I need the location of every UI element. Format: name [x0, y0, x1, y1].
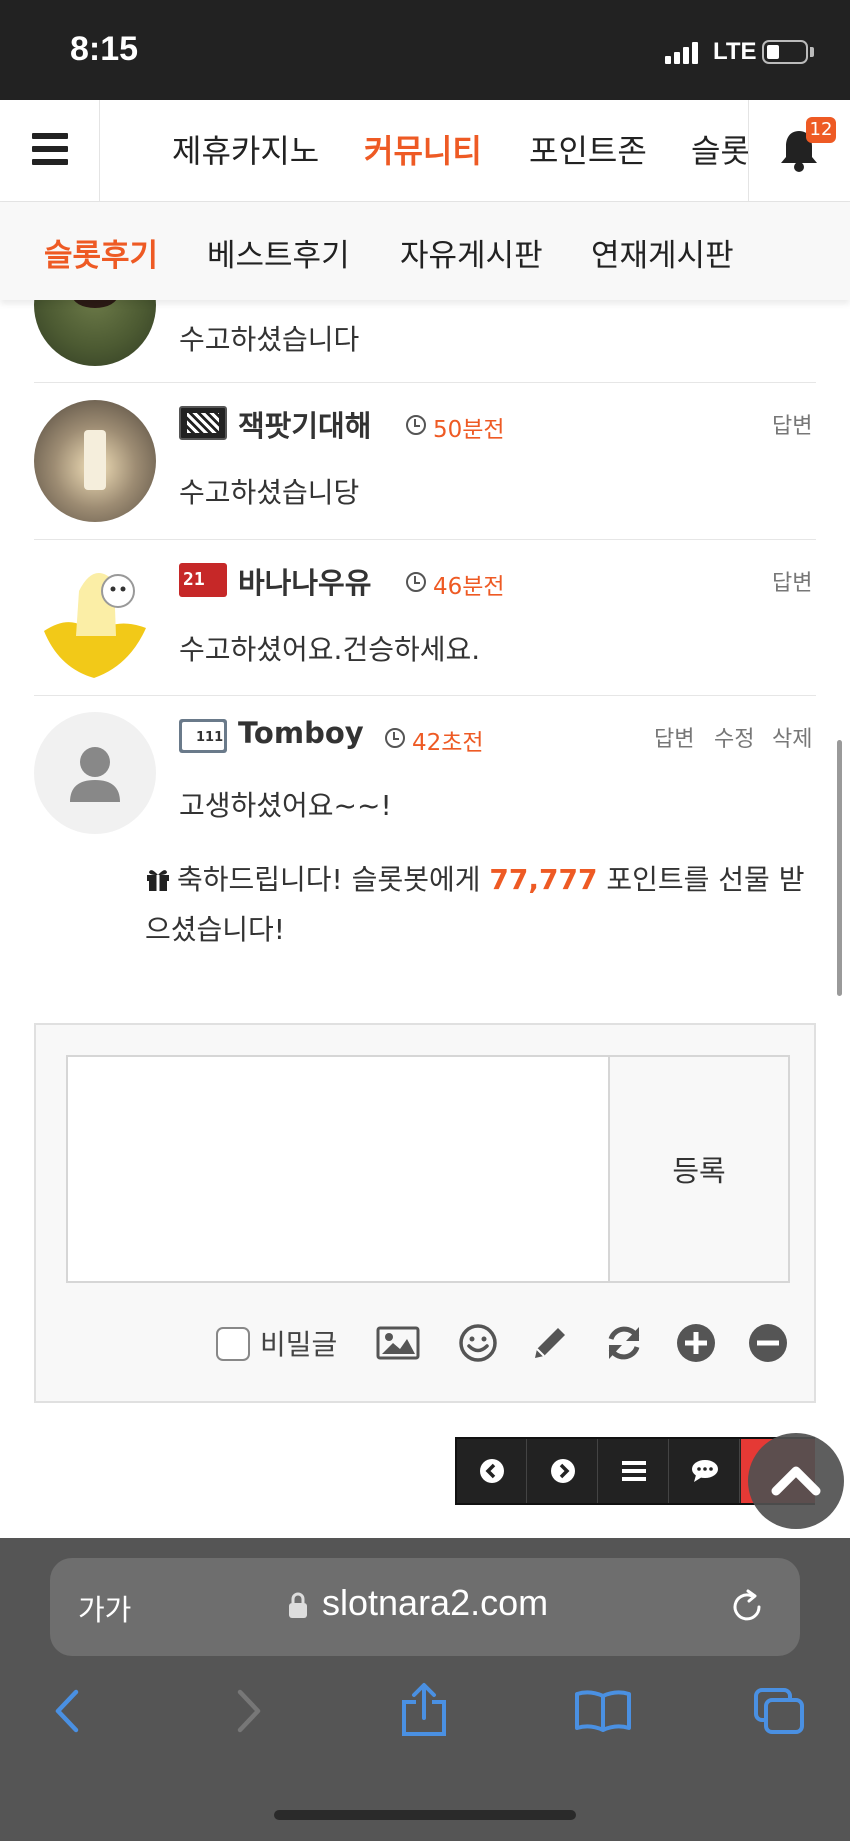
url-text: slotnara2.com: [322, 1582, 549, 1623]
browser-toolbar: 가가 slotnara2.com: [0, 1538, 850, 1841]
forward-icon[interactable]: [232, 1688, 266, 1734]
delete-button[interactable]: 삭제: [772, 721, 812, 753]
prev-icon: [480, 1459, 504, 1483]
status-bar: 8:15 LTE: [0, 0, 850, 100]
level-icon: 111: [179, 719, 227, 753]
sub-nav: 슬롯후기 베스트후기 자유게시판 연재게시판: [0, 202, 850, 300]
comment-author[interactable]: 바나나우유: [238, 560, 371, 602]
notification-button[interactable]: [748, 100, 850, 201]
gift-points: 77,777: [489, 863, 598, 896]
comment-text: 수고하셨습니당: [179, 476, 360, 509]
zoom-in-icon[interactable]: [674, 1321, 718, 1365]
sub-nav-serial-board[interactable]: 연재게시판: [591, 230, 734, 275]
comment-text: 수고하셨습니다: [179, 323, 360, 356]
avatar: [34, 712, 156, 834]
signal-icon: [665, 40, 705, 64]
comment-time: 50분전: [433, 417, 505, 443]
emoji-icon[interactable]: [456, 1321, 500, 1365]
clock-icon: [406, 572, 426, 592]
comment-item: 21 바나나우유 46분전 답변 수고하셨어요.건승하세요.: [34, 540, 816, 696]
battery-cap: [810, 47, 814, 57]
reply-button[interactable]: 답변: [772, 565, 812, 597]
back-icon[interactable]: [50, 1688, 84, 1734]
top-nav-scroller[interactable]: 제휴카지노 커뮤니티 포인트존 슬롯: [104, 100, 748, 201]
share-icon[interactable]: [400, 1682, 448, 1738]
status-time: 8:15: [70, 30, 139, 68]
text-size-button[interactable]: 가가: [78, 1587, 131, 1629]
chevron-up-icon: [771, 1466, 821, 1496]
refresh-icon[interactable]: [602, 1321, 646, 1365]
avatar: [34, 556, 156, 678]
bookmarks-icon[interactable]: [574, 1688, 632, 1734]
comment-text: 고생하셨어요~~!: [179, 789, 392, 822]
image-icon[interactable]: [376, 1321, 420, 1365]
banana-icon: [44, 573, 146, 678]
home-indicator: [274, 1810, 576, 1820]
reload-icon[interactable]: [728, 1588, 766, 1626]
next-icon: [551, 1459, 575, 1483]
reply-button[interactable]: 답변: [772, 408, 812, 440]
prev-button[interactable]: [457, 1439, 527, 1503]
comment-form: 등록 비밀글: [34, 1023, 816, 1403]
list-icon: [622, 1461, 646, 1481]
secret-checkbox[interactable]: [216, 1327, 250, 1361]
nav-item-partner-casino[interactable]: 제휴카지노: [172, 126, 319, 172]
edit-button[interactable]: 수정: [714, 721, 754, 753]
level-icon: 21: [179, 563, 227, 597]
comment-time: 46분전: [433, 574, 505, 600]
submit-button[interactable]: 등록: [608, 1055, 790, 1283]
battery-icon: [762, 40, 808, 64]
nav-item-point-zone[interactable]: 포인트존: [529, 126, 647, 172]
gift-text-before: 축하드립니다! 슬롯봇에게: [177, 863, 490, 896]
default-user-icon: [70, 747, 120, 802]
level-icon: [179, 406, 227, 440]
clock-icon: [406, 415, 426, 435]
comment-icon: [692, 1460, 718, 1482]
nav-item-slot[interactable]: 슬롯: [691, 126, 748, 172]
next-button[interactable]: [528, 1439, 598, 1503]
tabs-icon[interactable]: [752, 1686, 806, 1736]
nav-item-community[interactable]: 커뮤니티: [364, 126, 482, 172]
clock-icon: [385, 728, 405, 748]
lock-icon: [289, 1592, 307, 1618]
list-button[interactable]: [599, 1439, 669, 1503]
sub-nav-free-board[interactable]: 자유게시판: [400, 230, 543, 275]
comment-text: 수고하셨어요.건승하세요.: [179, 633, 481, 666]
address-bar[interactable]: 가가 slotnara2.com: [50, 1558, 800, 1656]
page-scrollbar[interactable]: [837, 740, 842, 996]
notification-badge: 12: [806, 117, 836, 143]
gift-message: 축하드립니다! 슬롯봇에게 77,777 포인트를 선물 받으셨습니다!: [145, 855, 815, 955]
network-label: LTE: [713, 38, 757, 65]
reply-button[interactable]: 답변: [654, 721, 694, 753]
menu-button[interactable]: [0, 100, 100, 201]
zoom-out-icon[interactable]: [746, 1321, 790, 1365]
sub-nav-slot-review[interactable]: 슬롯후기: [44, 230, 158, 275]
scroll-top-button[interactable]: [748, 1433, 844, 1529]
comment-author[interactable]: Tomboy: [238, 716, 364, 750]
comment-textarea[interactable]: [66, 1055, 608, 1283]
hamburger-icon: [32, 133, 68, 165]
gift-icon: [147, 870, 169, 891]
comment-author[interactable]: 잭팟기대해: [238, 403, 371, 445]
sub-nav-best-review[interactable]: 베스트후기: [207, 230, 350, 275]
avatar: [34, 400, 156, 522]
top-nav: 제휴카지노 커뮤니티 포인트존 슬롯 12: [0, 100, 850, 202]
comment-button[interactable]: [670, 1439, 740, 1503]
pencil-icon[interactable]: [528, 1321, 572, 1365]
secret-label: 비밀글: [260, 1328, 338, 1361]
comment-time: 42초전: [412, 730, 484, 756]
comment-item: 잭팟기대해 50분전 답변 수고하셨습니당: [34, 383, 816, 540]
